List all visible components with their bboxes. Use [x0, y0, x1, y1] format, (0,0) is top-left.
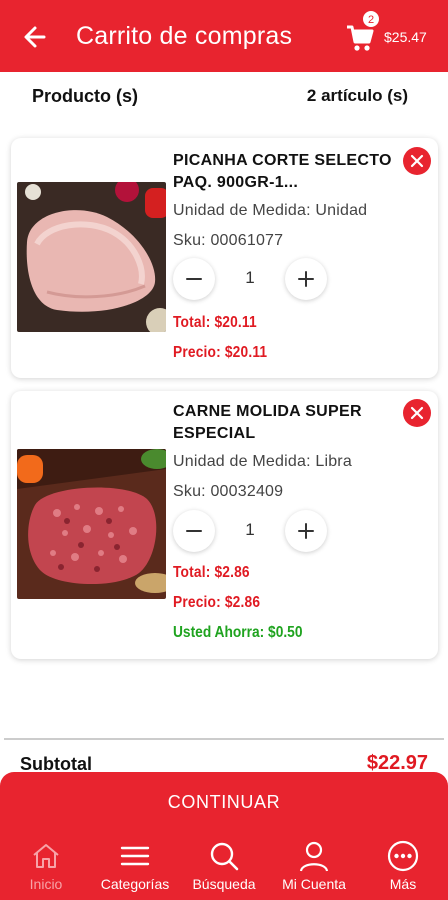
cart-count-badge: 2 [362, 10, 380, 28]
item-price: Precio: $20.11 [173, 344, 268, 361]
decrease-quantity-button[interactable] [173, 258, 215, 300]
nav-item-inicio[interactable]: Inicio [0, 832, 92, 900]
product-sku: Sku: 00061077 [173, 232, 284, 249]
nav-label: Categorías [100, 876, 170, 892]
item-count: 2 artículo (s) [306, 86, 408, 105]
product-image [17, 182, 166, 332]
app: Carrito de compras 2 $25.47 Producto (s)… [0, 0, 448, 900]
search-icon [210, 842, 239, 871]
divider [4, 738, 444, 740]
cart-list-header: Producto (s) 2 artículo (s) [0, 86, 448, 110]
minus-icon [186, 530, 202, 532]
item-savings: Usted Ahorra: $0.50 [173, 624, 303, 641]
plus-icon [298, 271, 314, 287]
increase-quantity-button[interactable] [285, 510, 327, 552]
quantity-stepper: 1 [173, 510, 327, 552]
nav-item-mi-cuenta[interactable]: Mi Cuenta [270, 832, 358, 900]
item-price: Precio: $2.86 [173, 594, 261, 611]
product-name: CARNE MOLIDA SUPER ESPECIAL [173, 403, 362, 442]
quantity-value[interactable]: 1 [229, 268, 271, 288]
home-icon [33, 844, 59, 868]
nav-item-categorias[interactable]: Categorías [92, 832, 178, 900]
continue-button[interactable]: CONTINUAR [0, 772, 448, 834]
quantity-value[interactable]: 1 [229, 520, 271, 540]
unit-of-measure: Unidad de Medida: Unidad [173, 202, 368, 219]
nav-label: Inicio [29, 876, 63, 892]
page-title: Carrito de compras [76, 22, 293, 50]
plus-icon [298, 523, 314, 539]
cart-item-card: CARNE MOLIDA SUPER ESPECIAL Unidad de Me… [11, 391, 438, 659]
increase-quantity-button[interactable] [285, 258, 327, 300]
menu-icon [120, 846, 150, 866]
product-sku: Sku: 00032409 [173, 483, 284, 500]
cart-total: $25.47 [384, 29, 427, 45]
nav-label: Más [389, 876, 417, 892]
product-column-label: Producto (s) [32, 86, 138, 106]
nav-label: Búsqueda [192, 876, 256, 892]
product-image [17, 449, 166, 599]
top-app-bar: Carrito de compras 2 $25.47 [0, 0, 448, 72]
back-arrow-icon[interactable] [20, 22, 50, 52]
user-icon [299, 841, 329, 872]
item-total: Total: $20.11 [173, 314, 257, 331]
unit-of-measure: Unidad de Medida: Libra [173, 453, 352, 470]
nav-label: Mi Cuenta [282, 876, 346, 892]
cart-item-card: PICANHA CORTE SELECTO PAQ. 900GR-1... Un… [11, 138, 438, 378]
remove-item-button[interactable] [403, 147, 431, 175]
item-total: Total: $2.86 [173, 564, 250, 581]
close-icon [410, 406, 424, 420]
remove-item-button[interactable] [403, 399, 431, 427]
nav-item-mas[interactable]: Más [358, 832, 448, 900]
nav-item-busqueda[interactable]: Búsqueda [178, 832, 270, 900]
picanha-beef-image [17, 182, 166, 332]
quantity-stepper: 1 [173, 258, 327, 300]
more-icon [387, 840, 419, 872]
minus-icon [186, 278, 202, 280]
close-icon [410, 154, 424, 168]
ground-beef-image [17, 449, 166, 599]
product-name: PICANHA CORTE SELECTO PAQ. 900GR-1... [173, 152, 392, 191]
decrease-quantity-button[interactable] [173, 510, 215, 552]
bottom-navigation: Inicio Categorías Búsqueda Mi Cuenta Más [0, 832, 448, 900]
